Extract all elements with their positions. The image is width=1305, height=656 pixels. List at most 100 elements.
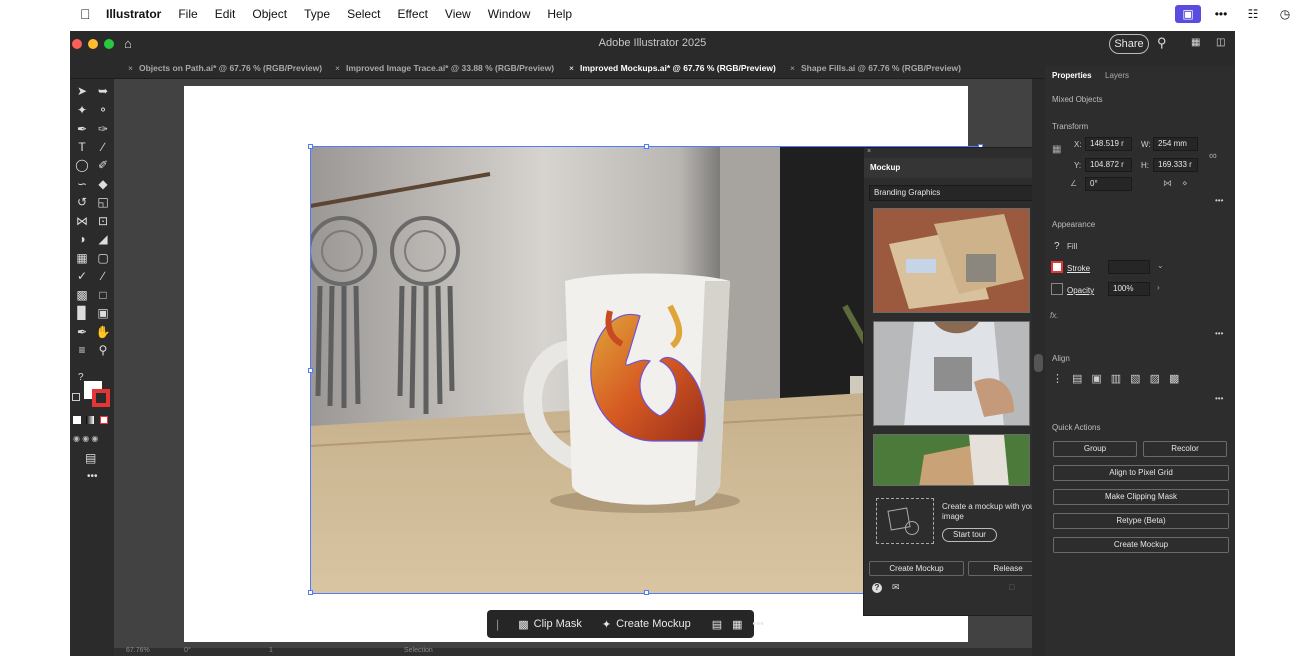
default-colors-icon[interactable] xyxy=(72,393,80,401)
clock-icon[interactable]: ◷ xyxy=(1273,5,1297,23)
scale-tool-icon[interactable]: ◱ xyxy=(94,194,112,210)
more-appearance-icon[interactable]: ••• xyxy=(1215,329,1223,338)
edit-toolbar-icon[interactable]: ••• xyxy=(87,471,98,482)
direct-selection-tool-icon[interactable]: ➥ xyxy=(94,83,112,99)
fill-unknown-icon[interactable]: ? xyxy=(1054,241,1060,252)
opacity-field[interactable]: 100% xyxy=(1108,282,1150,296)
eyedropper-icon[interactable]: ✓ xyxy=(73,268,91,284)
create-mockup-quick-button[interactable]: Create Mockup xyxy=(1053,537,1229,553)
close-icon[interactable]: × xyxy=(569,63,574,73)
feedback-icon[interactable]: ✉ xyxy=(892,582,900,593)
group-button[interactable]: Group xyxy=(1053,441,1137,457)
toolbar-edit-icon[interactable]: ≡ xyxy=(73,342,91,358)
panel-close-icon[interactable]: × xyxy=(867,148,871,155)
curvature-tool-icon[interactable]: ✑ xyxy=(94,121,112,137)
rotate-angle-field[interactable]: 0° xyxy=(1085,177,1132,191)
shape-builder-icon[interactable]: ◑ xyxy=(73,231,91,247)
fill-stroke-swatch[interactable] xyxy=(84,381,110,407)
fx-button[interactable]: fx. xyxy=(1050,311,1058,320)
line-tool-icon[interactable]: ∕ xyxy=(94,139,112,155)
magic-wand-icon[interactable]: ✦ xyxy=(73,102,91,118)
drag-handle-icon[interactable]: ❘ xyxy=(493,618,502,631)
stroke-swatch[interactable] xyxy=(1051,261,1063,273)
lasso-icon[interactable]: ⚬ xyxy=(94,102,112,118)
rotate-tool-icon[interactable]: ↺ xyxy=(73,194,91,210)
share-button[interactable]: Share xyxy=(1109,34,1149,54)
flip-horizontal-icon[interactable]: ⋈ xyxy=(1163,178,1172,189)
tab-objects-on-path[interactable]: × Objects on Path.ai* @ 67.76 % (RGB/Prev… xyxy=(128,57,322,79)
blend-tool-icon[interactable]: ▩ xyxy=(73,287,91,303)
zoom-level[interactable]: 67.76% xyxy=(126,647,150,654)
mockup-thumbnail-card[interactable] xyxy=(873,321,1030,426)
type-tool-icon[interactable]: T xyxy=(73,139,91,155)
hand-tool-icon[interactable]: ✋ xyxy=(94,324,112,340)
symbol-sprayer-icon[interactable]: □ xyxy=(94,287,112,303)
height-field[interactable]: 169.333 r xyxy=(1153,158,1198,172)
free-transform-icon[interactable]: ⊡ xyxy=(94,213,112,229)
make-clipping-mask-button[interactable]: Make Clipping Mask xyxy=(1053,489,1229,505)
draw-modes-icon[interactable]: ◉ ◉ ◉ xyxy=(73,434,98,443)
help-icon[interactable]: ? xyxy=(872,583,882,593)
more-menu-icon[interactable]: ••• xyxy=(1209,5,1233,23)
mockup-thumbnail-bag[interactable] xyxy=(873,434,1030,486)
mesh-tool-icon[interactable]: ▦ xyxy=(73,250,91,266)
paintbrush-icon[interactable]: ✐ xyxy=(94,157,112,173)
x-field[interactable]: 148.519 r xyxy=(1085,137,1132,151)
tab-layers[interactable]: Layers xyxy=(1105,71,1129,80)
tab-shape-fills[interactable]: × Shape Fills.ai @ 67.76 % (RGB/Preview) xyxy=(790,57,961,79)
tab-properties[interactable]: Properties xyxy=(1052,71,1092,80)
rotate-view-angle[interactable]: 0° xyxy=(184,647,191,654)
workspace-icon[interactable]: ▦ xyxy=(1191,37,1200,48)
stroke-label[interactable]: Stroke xyxy=(1067,264,1090,273)
current-tool-status[interactable]: Selection xyxy=(404,647,433,654)
zoom-tool-icon[interactable]: ⚲ xyxy=(94,342,112,358)
menu-type[interactable]: Type xyxy=(304,7,330,21)
close-icon[interactable]: × xyxy=(790,63,795,73)
canvas[interactable]: ❘ ▩ Clip Mask ✦ Create Mockup ▤ ▦ ••• × Mo… xyxy=(114,79,1035,656)
column-graph-icon[interactable]: ▉ xyxy=(73,305,91,321)
resize-handle[interactable] xyxy=(308,368,313,373)
tab-improved-image-trace[interactable]: × Improved Image Trace.ai* @ 33.88 % (RGB… xyxy=(335,57,554,79)
shaper-tool-icon[interactable]: ∽ xyxy=(73,176,91,192)
chevron-down-icon[interactable]: ⌄ xyxy=(1157,261,1164,270)
more-transform-icon[interactable]: ••• xyxy=(1215,196,1223,205)
clip-mask-button[interactable]: ▩ Clip Mask xyxy=(514,618,586,631)
ellipse-tool-icon[interactable]: ◯ xyxy=(73,157,91,173)
create-mockup-panel-button[interactable]: Create Mockup xyxy=(869,561,964,576)
vertical-scrollbar[interactable] xyxy=(1032,79,1045,656)
slice-tool-icon[interactable]: ✒ xyxy=(73,324,91,340)
artboard[interactable] xyxy=(184,86,983,642)
menu-file[interactable]: File xyxy=(178,7,197,21)
menu-effect[interactable]: Effect xyxy=(397,7,427,21)
menu-view[interactable]: View xyxy=(445,7,471,21)
menu-edit[interactable]: Edit xyxy=(215,7,236,21)
artboard-tool-icon[interactable]: ▣ xyxy=(94,305,112,321)
measure-tool-icon[interactable]: ∕ xyxy=(94,268,112,284)
color-mode-icon[interactable] xyxy=(73,416,81,424)
resize-handle[interactable] xyxy=(644,144,649,149)
display-icon[interactable]: ▣ xyxy=(1175,5,1201,23)
gradient-mode-icon[interactable] xyxy=(86,416,94,424)
eraser-icon[interactable]: ◆ xyxy=(94,176,112,192)
reference-point-icon[interactable]: ▦ xyxy=(1052,144,1061,155)
create-mockup-button[interactable]: ✦ Create Mockup xyxy=(598,618,695,631)
gradient-tool-icon[interactable]: ▢ xyxy=(94,250,112,266)
app-name-menu[interactable]: Illustrator xyxy=(106,7,161,21)
control-center-icon[interactable]: ☷ xyxy=(1241,5,1265,23)
align-buttons-icon[interactable]: ⋮▤▣▥▧▨▩ xyxy=(1052,372,1188,385)
tab-improved-mockups[interactable]: × Improved Mockups.ai* @ 67.76 % (RGB/Pre… xyxy=(569,57,776,79)
selection-tool-icon[interactable]: ➤ xyxy=(73,83,91,99)
align-icon[interactable]: ▤ xyxy=(712,618,722,631)
arrange-icon[interactable]: ◫ xyxy=(1216,37,1225,48)
y-field[interactable]: 104.872 r xyxy=(1085,158,1132,172)
more-align-icon[interactable]: ••• xyxy=(1215,394,1223,403)
menu-object[interactable]: Object xyxy=(252,7,287,21)
resize-handle[interactable] xyxy=(644,590,649,595)
width-field[interactable]: 254 mm xyxy=(1153,137,1198,151)
width-tool-icon[interactable]: ⋈ xyxy=(73,213,91,229)
retype-button[interactable]: Retype (Beta) xyxy=(1053,513,1229,529)
resize-handle[interactable] xyxy=(308,590,313,595)
menu-window[interactable]: Window xyxy=(488,7,531,21)
mockup-category-dropdown[interactable]: Branding Graphics ⌄ xyxy=(869,185,1035,201)
constrain-proportions-icon[interactable]: ∞ xyxy=(1209,150,1217,162)
